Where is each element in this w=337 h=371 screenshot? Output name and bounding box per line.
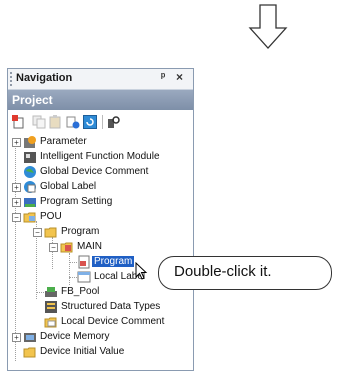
tree-item-label: FB_Pool: [61, 286, 100, 297]
fb-pool-icon: [45, 287, 57, 297]
project-label: Project: [12, 93, 53, 107]
global-comment-icon: [24, 166, 36, 178]
properties-icon[interactable]: [66, 115, 80, 129]
tree-item-label: Structured Data Types: [61, 301, 161, 312]
tree-line: [69, 262, 77, 263]
collapse-icon[interactable]: −: [49, 243, 58, 252]
navigation-panel: Navigation ᵖ × Project + Parameter Intel…: [7, 68, 194, 371]
tree-item-label: Global Label: [40, 181, 97, 192]
tree-item-label: Program Setting: [40, 196, 113, 207]
collapse-icon[interactable]: −: [33, 228, 42, 237]
local-label-icon: [77, 271, 91, 283]
folder-icon: [44, 227, 57, 238]
tree-item-label: POU: [40, 211, 62, 222]
tree-line: [15, 141, 16, 361]
global-label-icon: [24, 181, 36, 193]
find-icon[interactable]: [107, 115, 121, 129]
down-arrow-icon: [248, 4, 288, 49]
tree-item-label: Program: [61, 226, 100, 237]
navigation-toolbar: [8, 111, 193, 133]
tree-item-label: MAIN: [77, 241, 102, 252]
program-setting-icon: [24, 198, 36, 207]
project-header[interactable]: Project: [8, 90, 193, 110]
local-comment-icon: [44, 317, 57, 328]
navigation-title-bar: Navigation ᵖ ×: [8, 69, 193, 90]
navigation-title: Navigation: [16, 72, 73, 84]
tree-item-label: Program: [92, 256, 135, 267]
expand-icon[interactable]: +: [12, 183, 21, 192]
folder-icon: [23, 212, 36, 223]
tree-line: [36, 292, 44, 293]
device-memory-icon: [24, 333, 36, 342]
tree-item-label: Device Initial Value: [40, 346, 125, 357]
tree-item-label: Intelligent Function Module: [40, 151, 160, 162]
tree-item-label: Device Memory: [40, 331, 110, 342]
grip-handle[interactable]: [10, 72, 14, 86]
tree-line: [69, 253, 70, 285]
parameter-icon: [24, 136, 36, 148]
program-file-icon: [78, 255, 90, 269]
tree-item-label: Parameter: [40, 136, 87, 147]
expand-icon[interactable]: +: [12, 198, 21, 207]
new-data-icon[interactable]: [12, 115, 26, 129]
instruction-callout: Double-click it.: [158, 256, 332, 290]
tree-item-label: Local Device Comment: [61, 316, 165, 327]
refresh-icon[interactable]: [83, 115, 97, 129]
expand-icon[interactable]: +: [12, 333, 21, 342]
device-initial-value-icon: [23, 347, 36, 358]
structured-data-icon: [45, 301, 57, 313]
paste-icon[interactable]: [49, 115, 63, 129]
module-icon: [24, 152, 36, 163]
tree-line: [52, 237, 53, 269]
toolbar-separator: [102, 115, 103, 129]
copy-icon[interactable]: [32, 115, 46, 129]
expand-icon[interactable]: +: [12, 138, 21, 147]
mouse-cursor-icon: [135, 262, 148, 280]
pin-icon[interactable]: ᵖ: [161, 71, 165, 83]
tree-item-label: Global Device Comment: [40, 166, 149, 177]
tree-line: [69, 277, 77, 278]
program-block-icon: [60, 242, 73, 253]
close-icon[interactable]: ×: [176, 70, 183, 84]
collapse-icon[interactable]: −: [12, 213, 21, 222]
callout-text: Double-click it.: [174, 263, 272, 280]
